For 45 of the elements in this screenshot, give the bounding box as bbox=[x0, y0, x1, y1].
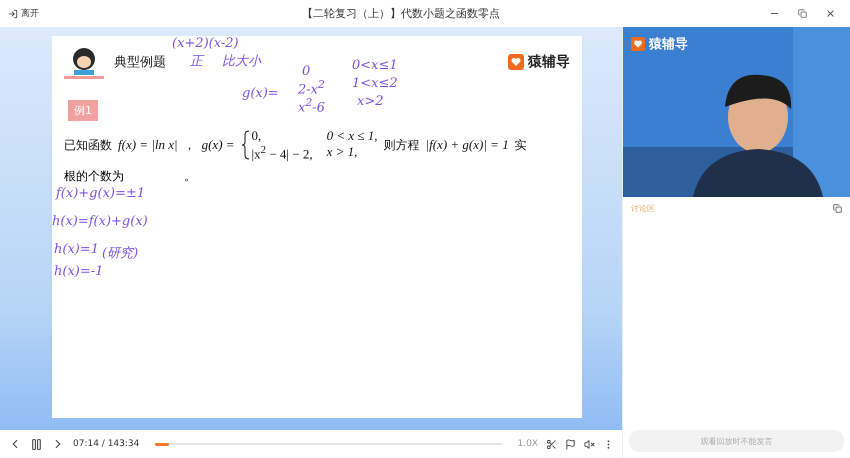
handwritten-note: h(x)=-1 bbox=[54, 264, 104, 279]
handwritten-note: 比大小 bbox=[222, 53, 261, 70]
handwritten-note: x>2 bbox=[357, 94, 384, 109]
handwritten-note: 1<x≤2 bbox=[352, 76, 398, 91]
handwritten-note: x$^{2}$-6 bbox=[298, 96, 325, 116]
case-condition: x > 1, bbox=[326, 145, 358, 162]
discussion-label: 讨论区 bbox=[631, 203, 655, 214]
problem-text: 。 bbox=[184, 168, 196, 185]
handwritten-note: 0<x≤1 bbox=[352, 58, 398, 73]
handwritten-note: (研究) bbox=[102, 245, 138, 262]
handwritten-note: g(x)= bbox=[242, 86, 279, 101]
problem-text: 则方程 bbox=[384, 136, 420, 154]
handwritten-note: 2-x$^{2}$ bbox=[298, 78, 325, 98]
problem-text: 已知函数 bbox=[64, 136, 112, 154]
playback-time: 07:14 / 143:34 bbox=[73, 439, 140, 449]
brace-icon bbox=[240, 130, 250, 160]
example-label: 例1 bbox=[68, 100, 98, 121]
handwritten-note: 0 bbox=[302, 64, 310, 79]
logo-icon bbox=[631, 37, 645, 51]
problem-text: 根的个数为 bbox=[64, 168, 124, 185]
flag-icon[interactable] bbox=[565, 438, 576, 450]
mascot-icon bbox=[64, 45, 104, 79]
formula: |f(x) + g(x)| = 1 bbox=[426, 137, 509, 154]
scissors-icon[interactable] bbox=[546, 438, 557, 450]
logo-icon bbox=[508, 54, 524, 70]
case-expression: 0, bbox=[252, 129, 262, 144]
case-condition: 0 < x ≤ 1, bbox=[326, 129, 378, 144]
formula: g(x) = bbox=[202, 137, 235, 154]
problem-text: ， bbox=[184, 136, 196, 154]
exit-icon bbox=[8, 8, 18, 18]
handwritten-note: 正 bbox=[190, 53, 203, 70]
problem-text: 实 bbox=[514, 136, 527, 154]
formula: f(x) = |ln x| bbox=[118, 137, 178, 154]
window-title: 【二轮复习（上）】代数小题之函数零点 bbox=[301, 6, 501, 21]
slide-heading: 典型例题 bbox=[114, 54, 166, 71]
handwritten-note: h(x)=f(x)+g(x) bbox=[52, 214, 148, 229]
brand-name: 猿辅导 bbox=[528, 53, 570, 71]
case-expression: |x$^{2}$ − 4| − 2, bbox=[252, 145, 313, 162]
handwritten-note: f(x)+g(x)=±1 bbox=[56, 186, 146, 201]
handwritten-note: h(x)=1 bbox=[54, 242, 100, 257]
exit-button[interactable]: 离开 bbox=[8, 7, 39, 20]
brand-name: 猿辅导 bbox=[649, 36, 688, 53]
mute-icon[interactable] bbox=[584, 438, 595, 450]
pause-icon[interactable] bbox=[30, 438, 43, 450]
handwritten-note: (x+2)(x-2) bbox=[172, 36, 239, 51]
